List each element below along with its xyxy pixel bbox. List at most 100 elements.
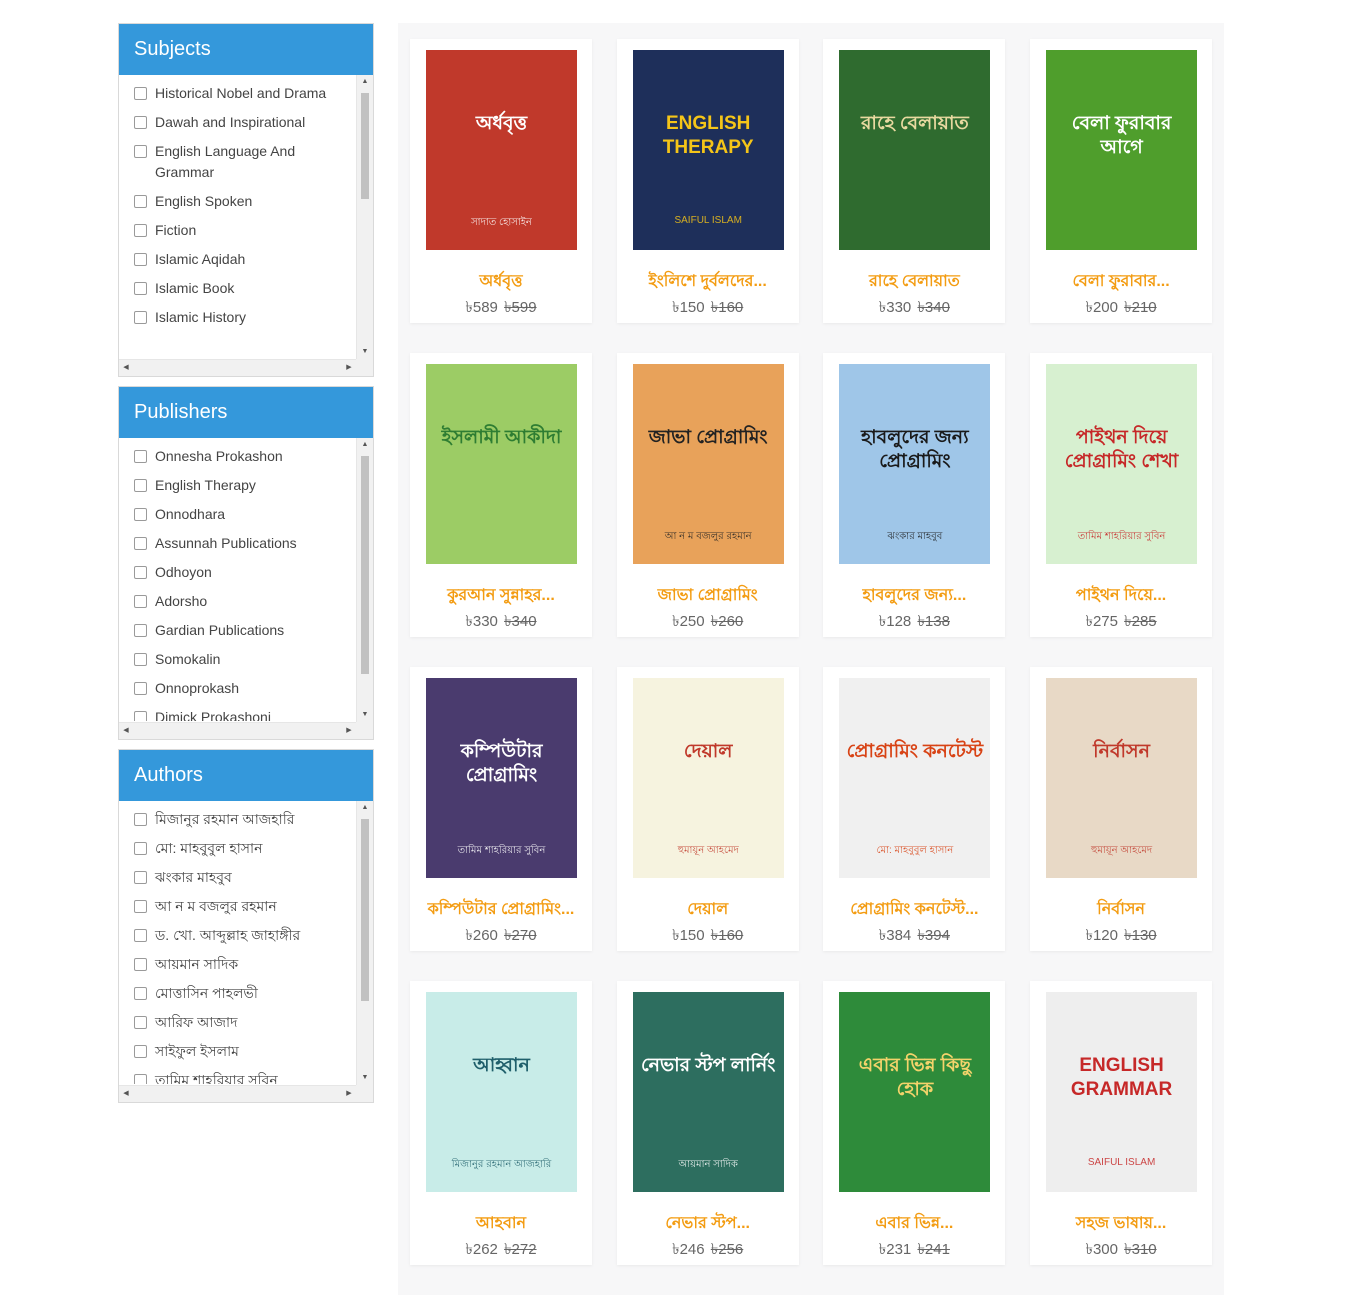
book-title-link[interactable]: প্রোগ্রামিং কনটেস্ট...	[827, 896, 1001, 923]
subject-filter-item[interactable]: Islamic Book	[133, 278, 343, 299]
book-cover-image[interactable]: রাহে বেলায়াত	[839, 50, 991, 250]
subjects-horizontal-scrollbar[interactable]: ◀ ▶	[119, 359, 356, 376]
publisher-filter-item[interactable]: Onnoprokash	[133, 678, 343, 699]
filter-label[interactable]: Fiction	[155, 220, 343, 241]
publisher-filter-item[interactable]: Onnesha Prokashon	[133, 446, 343, 467]
scroll-down-icon[interactable]: ▼	[357, 345, 373, 359]
scroll-left-icon[interactable]: ◀	[119, 723, 133, 739]
filter-label[interactable]: Dimick Prokashoni	[155, 707, 343, 721]
filter-label[interactable]: ড. খো. আব্দুল্লাহ জাহাঙ্গীর	[155, 925, 343, 946]
filter-checkbox[interactable]	[134, 987, 147, 1000]
filter-checkbox[interactable]	[134, 479, 147, 492]
scroll-thumb[interactable]	[361, 456, 369, 674]
scroll-up-icon[interactable]: ▲	[357, 801, 373, 815]
filter-checkbox[interactable]	[134, 253, 147, 266]
scroll-thumb[interactable]	[361, 93, 369, 199]
filter-checkbox[interactable]	[134, 87, 147, 100]
publisher-filter-item[interactable]: Gardian Publications	[133, 620, 343, 641]
filter-label[interactable]: Assunnah Publications	[155, 533, 343, 554]
filter-label[interactable]: ঝংকার মাহবুব	[155, 867, 343, 888]
filter-checkbox[interactable]	[134, 282, 147, 295]
book-card[interactable]: রাহে বেলায়াত রাহে বেলায়াত ৳330 ৳340	[823, 39, 1006, 323]
subject-filter-item[interactable]: Islamic History	[133, 307, 343, 328]
author-filter-item[interactable]: মোত্তাসিন পাহলভী	[133, 983, 343, 1004]
scroll-up-icon[interactable]: ▲	[357, 438, 373, 452]
filter-checkbox[interactable]	[134, 711, 147, 721]
filter-checkbox[interactable]	[134, 1045, 147, 1058]
filter-label[interactable]: আ ন ম বজলুর রহমান	[155, 896, 343, 917]
book-cover-image[interactable]: আহ্বান মিজানুর রহমান আজহারি	[426, 992, 577, 1192]
author-filter-item[interactable]: আয়মান সাদিক	[133, 954, 343, 975]
book-title-link[interactable]: রাহে বেলায়াত	[827, 268, 1001, 295]
filter-label[interactable]: মো: মাহবুবুল হাসান	[155, 838, 343, 859]
author-filter-item[interactable]: আরিফ আজাদ	[133, 1012, 343, 1033]
filter-label[interactable]: Somokalin	[155, 649, 343, 670]
book-title-link[interactable]: পাইথন দিয়ে...	[1034, 582, 1208, 609]
filter-checkbox[interactable]	[134, 900, 147, 913]
subject-filter-item[interactable]: Fiction	[133, 220, 343, 241]
book-cover-image[interactable]: ENGLISH GRAMMAR SAIFUL ISLAM	[1046, 992, 1198, 1192]
filter-checkbox[interactable]	[134, 195, 147, 208]
book-title-link[interactable]: নির্বাসন	[1034, 896, 1208, 923]
book-card[interactable]: পাইথন দিয়ে প্রোগ্রামিং শেখা তামিম শাহরিয…	[1030, 353, 1213, 637]
book-card[interactable]: জাভা প্রোগ্রামিং আ ন ম বজলুর রহমান জাভা প্…	[616, 353, 799, 637]
book-cover-image[interactable]: নেভার স্টপ লার্নিং আয়মান সাদিক	[632, 992, 784, 1192]
filter-label[interactable]: Islamic Book	[155, 278, 343, 299]
book-title-link[interactable]: দেয়াল	[621, 896, 795, 923]
filter-label[interactable]: তামিম শাহরিয়ার সুবিন	[155, 1070, 343, 1084]
book-title-link[interactable]: বেলা ফুরাবার...	[1034, 268, 1208, 295]
filter-label[interactable]: Historical Nobel and Drama	[155, 83, 343, 104]
scroll-down-icon[interactable]: ▼	[357, 708, 373, 722]
book-title-link[interactable]: ইংলিশে দুর্বলদের...	[621, 268, 795, 295]
filter-checkbox[interactable]	[134, 537, 147, 550]
book-card[interactable]: আহ্বান মিজানুর রহমান আজহারি আহবান ৳262 ৳272	[410, 981, 592, 1265]
scroll-left-icon[interactable]: ◀	[119, 360, 133, 376]
filter-label[interactable]: Onnesha Prokashon	[155, 446, 343, 467]
scroll-right-icon[interactable]: ▶	[342, 1086, 356, 1102]
filter-label[interactable]: English Spoken	[155, 191, 343, 212]
author-filter-item[interactable]: ঝংকার মাহবুব	[133, 867, 343, 888]
scroll-down-icon[interactable]: ▼	[357, 1071, 373, 1085]
filter-checkbox[interactable]	[134, 624, 147, 637]
subject-filter-item[interactable]: Dawah and Inspirational	[133, 112, 343, 133]
book-cover-image[interactable]: অর্ধবৃত্ত সাদাত হোসাইন	[426, 50, 577, 250]
filter-checkbox[interactable]	[134, 929, 147, 942]
filter-label[interactable]: সাইফুল ইসলাম	[155, 1041, 343, 1062]
book-card[interactable]: অর্ধবৃত্ত সাদাত হোসাইন অর্ধবৃত্ত ৳589 ৳599	[410, 39, 592, 323]
filter-label[interactable]: Odhoyon	[155, 562, 343, 583]
book-card[interactable]: এবার ভিন্ন কিছু হোক এবার ভিন্ন... ৳231 ৳24…	[823, 981, 1006, 1265]
author-filter-item[interactable]: ড. খো. আব্দুল্লাহ জাহাঙ্গীর	[133, 925, 343, 946]
subject-filter-item[interactable]: Islamic Aqidah	[133, 249, 343, 270]
author-filter-item[interactable]: মিজানুর রহমান আজহারি	[133, 809, 343, 830]
filter-checkbox[interactable]	[134, 145, 147, 158]
book-title-link[interactable]: নেভার স্টপ...	[621, 1210, 795, 1237]
filter-label[interactable]: আয়মান সাদিক	[155, 954, 343, 975]
book-title-link[interactable]: জাভা প্রোগ্রামিং	[621, 582, 795, 609]
publisher-filter-item[interactable]: English Therapy	[133, 475, 343, 496]
filter-label[interactable]: Onnodhara	[155, 504, 343, 525]
subjects-vertical-scrollbar[interactable]: ▲ ▼	[356, 75, 373, 359]
book-cover-image[interactable]: দেয়াল হুমায়ূন আহমেদ	[632, 678, 784, 878]
filter-label[interactable]: Islamic History	[155, 307, 343, 328]
book-cover-image[interactable]: হাবলুদের জন্য প্রোগ্রামিং ঝংকার মাহবুব	[839, 364, 991, 564]
filter-checkbox[interactable]	[134, 682, 147, 695]
book-cover-image[interactable]: নির্বাসন হুমায়ূন আহমেদ	[1046, 678, 1198, 878]
book-title-link[interactable]: কম্পিউটার প্রোগ্রামিং...	[414, 896, 588, 923]
filter-checkbox[interactable]	[134, 653, 147, 666]
scroll-thumb[interactable]	[361, 819, 369, 1001]
publishers-horizontal-scrollbar[interactable]: ◀ ▶	[119, 722, 356, 739]
filter-checkbox[interactable]	[134, 311, 147, 324]
publishers-vertical-scrollbar[interactable]: ▲ ▼	[356, 438, 373, 722]
book-card[interactable]: ইসলামী আকীদা কুরআন সুন্নাহর... ৳330 ৳340	[410, 353, 592, 637]
book-card[interactable]: ENGLISH THERAPY SAIFUL ISLAM ইংলিশে দুর্বল…	[616, 39, 799, 323]
book-title-link[interactable]: অর্ধবৃত্ত	[414, 268, 588, 295]
book-card[interactable]: ENGLISH GRAMMAR SAIFUL ISLAM সহজ ভাষায়...…	[1030, 981, 1213, 1265]
filter-label[interactable]: আরিফ আজাদ	[155, 1012, 343, 1033]
publisher-filter-item[interactable]: Dimick Prokashoni	[133, 707, 343, 721]
subject-filter-item[interactable]: English Language And Grammar	[133, 141, 343, 183]
filter-checkbox[interactable]	[134, 566, 147, 579]
filter-label[interactable]: Dawah and Inspirational	[155, 112, 343, 133]
filter-label[interactable]: মিজানুর রহমান আজহারি	[155, 809, 343, 830]
filter-label[interactable]: Onnoprokash	[155, 678, 343, 699]
book-cover-image[interactable]: পাইথন দিয়ে প্রোগ্রামিং শেখা তামিম শাহরিয…	[1046, 364, 1198, 564]
